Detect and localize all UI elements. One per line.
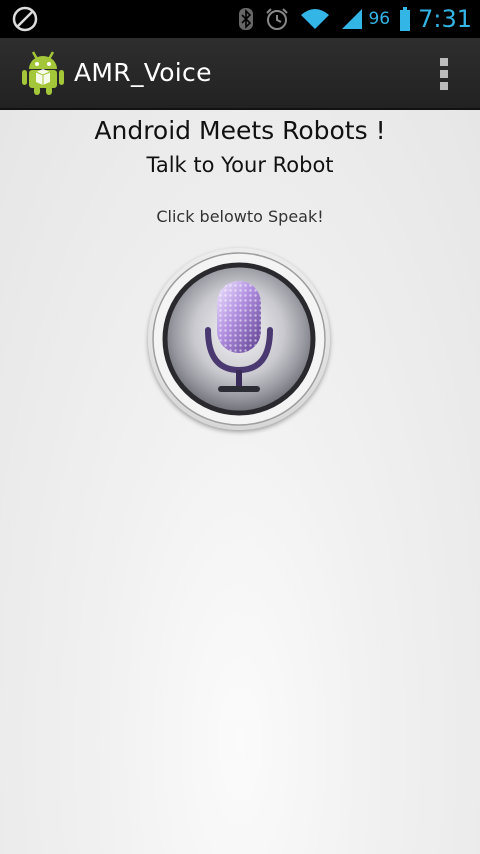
wifi-icon <box>301 9 330 29</box>
status-bar: 96 7:31 <box>0 0 480 38</box>
page-subtitle: Talk to Your Robot <box>146 153 334 177</box>
page-title: Android Meets Robots ! <box>94 116 386 145</box>
overflow-menu-icon[interactable] <box>438 58 450 92</box>
clock: 7:31 <box>418 5 472 33</box>
alarm-icon <box>266 8 289 30</box>
app-title: AMR_Voice <box>74 58 212 87</box>
main-content: Android Meets Robots ! Talk to Your Robo… <box>0 110 480 854</box>
action-bar: AMR_Voice <box>0 38 480 110</box>
android-app-icon[interactable] <box>22 50 64 96</box>
battery-icon <box>400 7 411 31</box>
blocked-icon <box>12 6 38 32</box>
battery-percent: 96 <box>368 9 391 29</box>
bluetooth-icon <box>239 8 254 30</box>
speak-instruction: Click belowto Speak! <box>156 207 324 226</box>
microphone-icon <box>152 252 326 426</box>
speak-button[interactable] <box>148 248 330 430</box>
signal-icon <box>342 9 363 29</box>
